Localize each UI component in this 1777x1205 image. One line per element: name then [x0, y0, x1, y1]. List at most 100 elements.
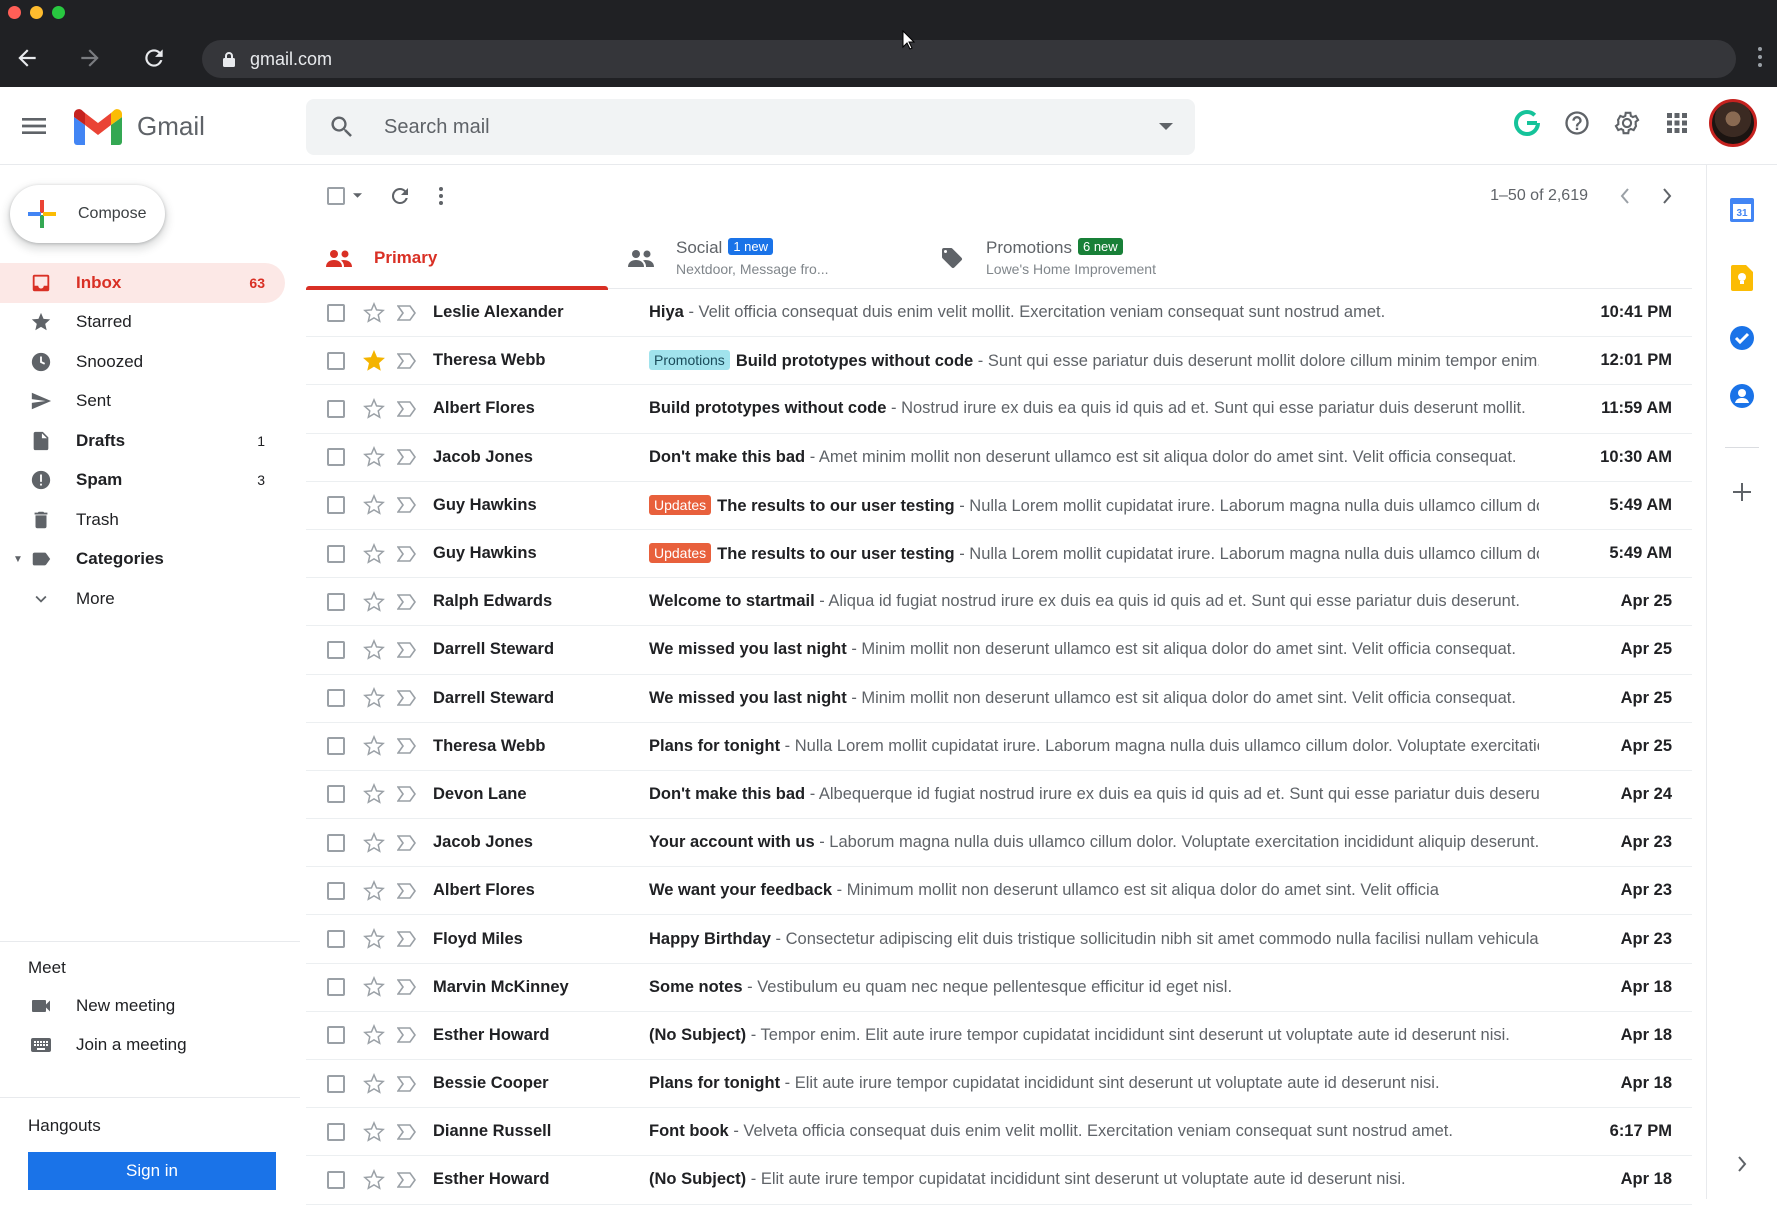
email-row[interactable]: Esther Howard (No Subject) - Tempor enim.…: [306, 1012, 1692, 1060]
maximize-window-button[interactable]: [52, 6, 65, 19]
row-checkbox[interactable]: [327, 737, 345, 756]
email-row[interactable]: Leslie Alexander Hiya - Velit officia con…: [306, 289, 1692, 338]
star-icon[interactable]: [363, 494, 385, 516]
chevron-left-icon[interactable]: [1620, 187, 1630, 204]
star-icon[interactable]: [363, 397, 385, 420]
chevron-right-icon[interactable]: [1662, 187, 1672, 204]
star-icon[interactable]: [363, 879, 385, 902]
star-icon[interactable]: [363, 446, 385, 468]
email-row[interactable]: Floyd Miles Happy Birthday - Consectetur …: [306, 915, 1692, 964]
important-marker-icon[interactable]: [397, 786, 417, 803]
row-checkbox[interactable]: [327, 1026, 345, 1045]
search-input[interactable]: Search mail: [384, 116, 1159, 139]
email-row[interactable]: Devon Lane Don't make this bad - Albequer…: [306, 771, 1692, 820]
sidebar-item-drafts[interactable]: Drafts 1: [0, 421, 285, 461]
sidebar-item-categories[interactable]: ▼ Categories: [0, 540, 285, 580]
email-category-label[interactable]: Promotions: [649, 350, 730, 371]
sidebar-item-sent[interactable]: Sent: [0, 382, 285, 422]
email-row[interactable]: Darrell Steward We missed you last night …: [306, 675, 1692, 723]
row-checkbox[interactable]: [327, 881, 345, 900]
star-icon[interactable]: [363, 783, 385, 805]
star-icon[interactable]: [363, 1072, 385, 1095]
row-checkbox[interactable]: [327, 640, 345, 659]
search-icon[interactable]: [328, 113, 356, 141]
email-category-label[interactable]: Updates: [649, 543, 712, 564]
star-icon[interactable]: [363, 638, 385, 661]
star-icon[interactable]: [363, 590, 385, 613]
gmail-logo-icon[interactable]: [74, 109, 122, 145]
contacts-button[interactable]: [1729, 383, 1755, 409]
tasks-button[interactable]: [1729, 325, 1755, 351]
important-marker-icon[interactable]: [397, 1172, 417, 1188]
tab-primary[interactable]: Primary: [306, 226, 608, 290]
row-checkbox[interactable]: [327, 930, 345, 949]
row-checkbox[interactable]: [327, 592, 345, 611]
important-marker-icon[interactable]: [397, 1075, 417, 1092]
calendar-button[interactable]: 31: [1729, 197, 1755, 223]
star-icon[interactable]: [363, 735, 385, 757]
search-options-icon[interactable]: [1159, 123, 1173, 131]
star-icon[interactable]: [363, 301, 385, 324]
keep-button[interactable]: [1729, 265, 1755, 291]
email-row[interactable]: Bessie Cooper Plans for tonight - Elit au…: [306, 1060, 1692, 1109]
reload-button[interactable]: [136, 40, 172, 76]
star-icon[interactable]: [363, 1168, 385, 1191]
important-marker-icon[interactable]: [397, 449, 417, 465]
important-marker-icon[interactable]: [397, 401, 417, 417]
email-row[interactable]: Guy Hawkins Updates The results to our use…: [306, 530, 1692, 579]
important-marker-icon[interactable]: [397, 304, 417, 321]
email-row[interactable]: Albert Flores Build prototypes without co…: [306, 385, 1692, 434]
select-all-checkbox[interactable]: [327, 186, 362, 205]
row-checkbox[interactable]: [327, 785, 345, 804]
star-icon[interactable]: [363, 542, 385, 565]
email-row[interactable]: Esther Howard (No Subject) - Elit aute ir…: [306, 1156, 1692, 1205]
sidebar-item-trash[interactable]: Trash: [0, 500, 285, 540]
minimize-window-button[interactable]: [30, 6, 43, 19]
email-row[interactable]: Jacob Jones Your account with us - Laboru…: [306, 819, 1692, 868]
important-marker-icon[interactable]: [397, 883, 417, 899]
star-icon[interactable]: [363, 1120, 385, 1143]
important-marker-icon[interactable]: [397, 1123, 417, 1140]
important-marker-icon[interactable]: [397, 593, 417, 610]
email-row[interactable]: Jacob Jones Don't make this bad - Amet mi…: [306, 434, 1692, 482]
add-addon-button[interactable]: [1729, 479, 1755, 505]
important-marker-icon[interactable]: [397, 1027, 417, 1044]
row-checkbox[interactable]: [327, 544, 345, 563]
row-checkbox[interactable]: [327, 833, 345, 852]
star-icon[interactable]: [363, 1024, 385, 1046]
row-checkbox[interactable]: [327, 399, 345, 418]
main-menu-button[interactable]: [18, 110, 50, 147]
important-marker-icon[interactable]: [397, 497, 417, 514]
star-icon[interactable]: [363, 349, 385, 372]
email-row[interactable]: Dianne Russell Font book - Velveta offici…: [306, 1108, 1692, 1157]
email-row[interactable]: Ralph Edwards Welcome to startmail - Aliq…: [306, 578, 1692, 627]
star-icon[interactable]: [363, 687, 385, 709]
expand-panel-button[interactable]: [1729, 1151, 1755, 1177]
row-checkbox[interactable]: [327, 1170, 345, 1189]
forward-button[interactable]: [72, 40, 108, 76]
important-marker-icon[interactable]: [397, 738, 417, 755]
close-window-button[interactable]: [8, 6, 21, 19]
expand-caret-icon[interactable]: ▼: [13, 554, 23, 565]
compose-button[interactable]: Compose: [10, 185, 165, 243]
address-bar[interactable]: gmail.com: [202, 40, 1736, 78]
row-checkbox[interactable]: [327, 351, 345, 370]
grammarly-button[interactable]: [1509, 105, 1545, 141]
row-checkbox[interactable]: [327, 496, 345, 515]
sidebar-item-starred[interactable]: Starred: [0, 303, 285, 343]
important-marker-icon[interactable]: [397, 931, 417, 947]
row-checkbox[interactable]: [327, 1122, 345, 1141]
sign-in-button[interactable]: Sign in: [28, 1152, 276, 1190]
row-checkbox[interactable]: [327, 303, 345, 322]
star-icon[interactable]: [363, 928, 385, 950]
row-checkbox[interactable]: [327, 448, 345, 467]
apps-button[interactable]: [1659, 105, 1695, 141]
email-row[interactable]: Theresa Webb Promotions Build prototypes w…: [306, 337, 1692, 386]
sidebar-item-inbox[interactable]: Inbox 63: [0, 263, 285, 303]
help-button[interactable]: [1559, 105, 1595, 141]
star-icon[interactable]: [363, 976, 385, 998]
join-meeting-button[interactable]: Join a meeting: [0, 1026, 300, 1066]
star-icon[interactable]: [363, 831, 385, 854]
email-row[interactable]: Theresa Webb Plans for tonight - Nulla Lo…: [306, 723, 1692, 771]
tab-social[interactable]: Social 1 new Nextdoor, Message fro...: [608, 226, 920, 289]
